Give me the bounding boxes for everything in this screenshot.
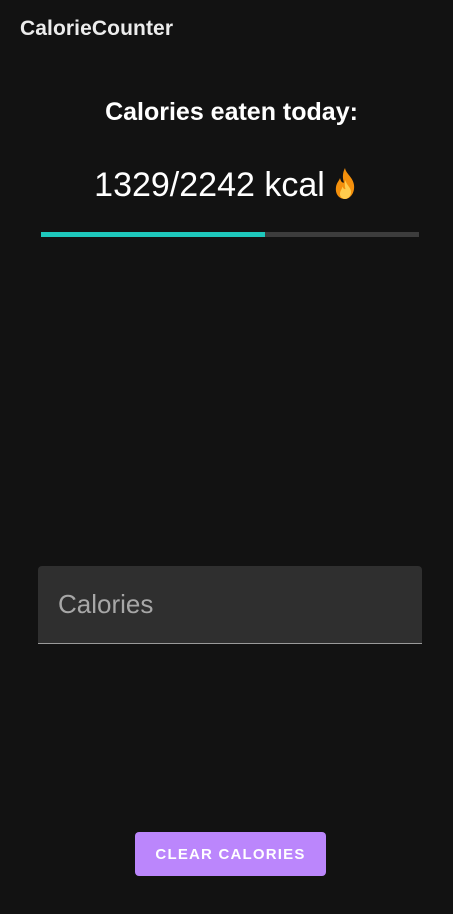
calorie-progress-fill (41, 232, 266, 237)
calorie-counter: 1329/2242 kcal (0, 166, 453, 205)
clear-calories-button[interactable]: CLEAR CALORIES (135, 832, 326, 876)
calories-input[interactable] (38, 566, 422, 643)
flame-icon (327, 166, 363, 202)
app-bar: CalorieCounter (0, 0, 453, 62)
app-title: CalorieCounter (20, 17, 174, 40)
calorie-counter-text: 1329/2242 kcal (94, 166, 325, 204)
calories-field[interactable] (38, 566, 422, 644)
calorie-progress-bar (41, 232, 419, 237)
calories-heading: Calories eaten today: (105, 98, 358, 126)
